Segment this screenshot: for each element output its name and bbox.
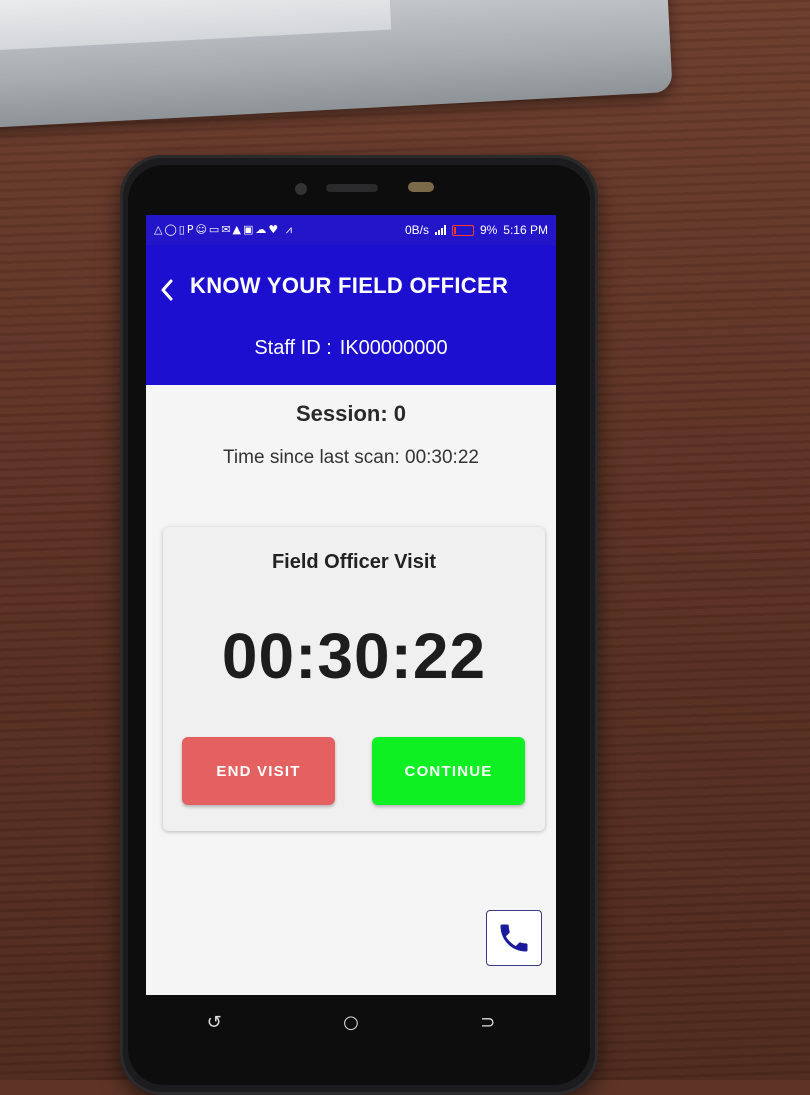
staff-id-value: IK00000000 [339,337,448,359]
proximity-sensor [408,182,434,192]
staff-id-row: Staff ID : IK00000000 [146,337,556,360]
visit-card: Field Officer Visit 00:30:22 END VISIT C… [163,527,545,831]
notification-icons: △◯▯P☺▭✉▲▣☁♥ ⩘ [154,223,294,236]
visit-timer: 00:30:22 [221,620,487,692]
time-since-last-scan: Time since last scan: 00:30:22 [223,447,479,468]
page-title: KNOW YOUR FIELD OFFICER [190,273,509,298]
phone-screen: △◯▯P☺▭✉▲▣☁♥ ⩘ 0B/s 9% 5:16 PM KNOW YOUR … [146,215,556,995]
clock: 5:16 PM [503,223,548,237]
front-camera [295,183,307,195]
net-speed: 0B/s [404,223,429,237]
earpiece [326,184,378,192]
chevron-left-icon[interactable] [156,279,178,301]
recents-button[interactable]: ↺ [207,1012,222,1033]
back-button[interactable]: ⊃ [480,1012,495,1033]
status-right: 0B/s 9% 5:16 PM [405,223,548,237]
session-count: Session: 0 [295,401,407,426]
system-nav-bar: ↺ ○ ⊃ [146,995,556,1050]
battery-icon [451,224,474,236]
card-title: Field Officer Visit [271,551,437,573]
home-button[interactable]: ○ [343,1012,359,1033]
battery-percent: 9% [479,223,498,237]
signal-icon [434,225,446,235]
continue-button[interactable]: CONTINUE [372,737,525,805]
status-bar: △◯▯P☺▭✉▲▣☁♥ ⩘ 0B/s 9% 5:16 PM [146,215,556,245]
call-button[interactable] [486,910,542,966]
phone-icon [500,924,528,952]
staff-id-label: Staff ID : [254,337,332,359]
app-bar: KNOW YOUR FIELD OFFICER Staff ID : IK0000… [146,245,556,385]
end-visit-button[interactable]: END VISIT [182,737,335,805]
